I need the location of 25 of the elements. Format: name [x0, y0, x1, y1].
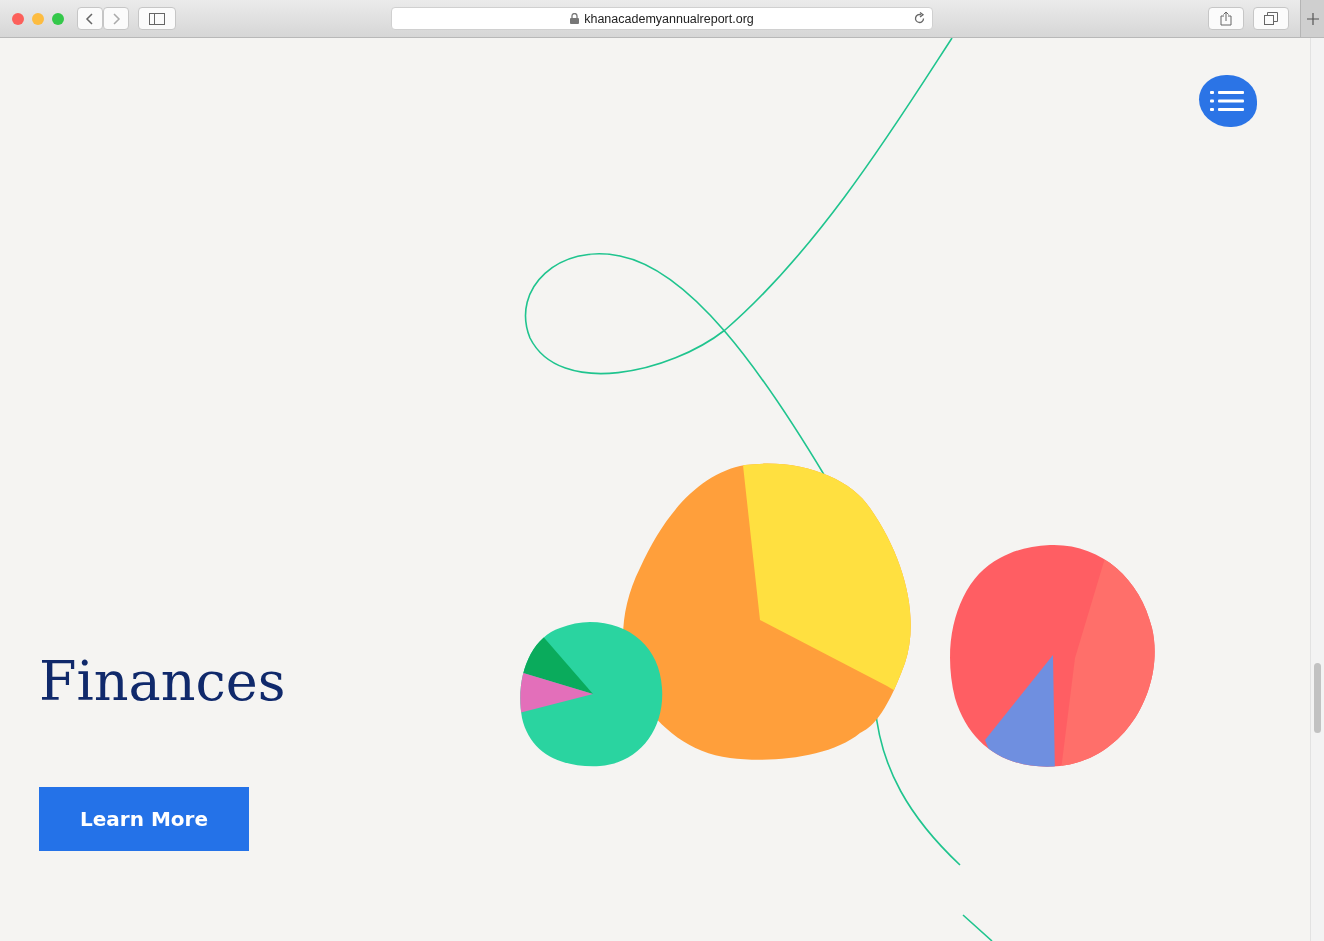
minimize-icon[interactable]: [32, 12, 44, 25]
forward-button[interactable]: [103, 7, 129, 30]
sidebar-icon: [149, 12, 165, 25]
new-tab-button[interactable]: [1300, 0, 1324, 37]
maximize-icon[interactable]: [52, 12, 64, 25]
back-button[interactable]: [77, 7, 103, 30]
scrollbar-thumb[interactable]: [1314, 663, 1321, 733]
learn-more-button[interactable]: Learn More: [39, 786, 249, 851]
scrollbar[interactable]: [1310, 38, 1324, 941]
address-bar[interactable]: khanacademyannualreport.org: [391, 7, 933, 30]
url-text: khanacademyannualreport.org: [584, 11, 754, 26]
plus-icon: [1306, 12, 1319, 25]
sidebar-button[interactable]: [138, 7, 176, 30]
share-icon: [1220, 11, 1232, 26]
tabs-button[interactable]: [1253, 7, 1289, 30]
section-heading: Finances: [39, 650, 286, 715]
close-icon[interactable]: [12, 12, 24, 25]
menu-button[interactable]: [1199, 75, 1257, 127]
reload-icon[interactable]: [913, 12, 926, 25]
lock-icon: [570, 13, 580, 24]
chevron-left-icon: [85, 11, 95, 26]
menu-icon: [1210, 89, 1246, 113]
share-button[interactable]: [1208, 7, 1244, 30]
tabs-icon: [1264, 12, 1278, 25]
chevron-right-icon: [111, 11, 121, 26]
